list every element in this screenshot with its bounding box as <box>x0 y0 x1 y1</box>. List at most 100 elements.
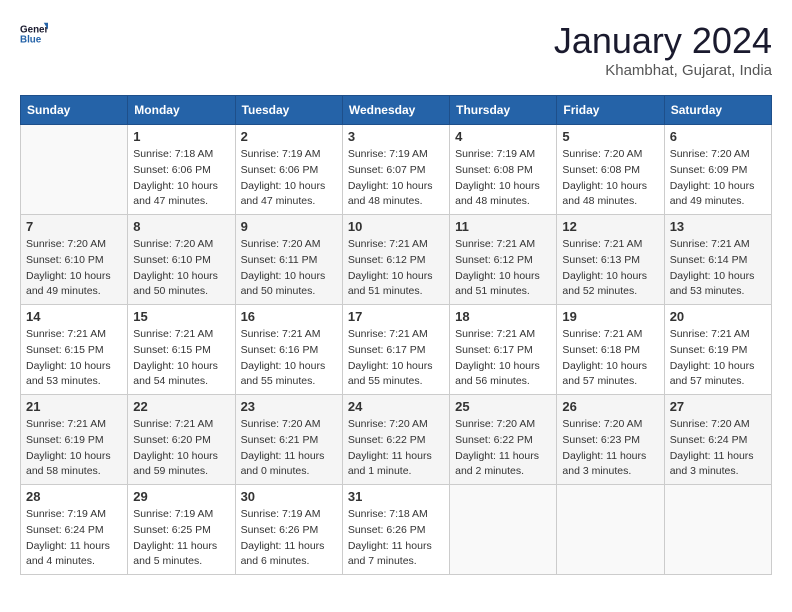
day-info: Sunrise: 7:20 AM Sunset: 6:24 PM Dayligh… <box>670 417 766 480</box>
day-info: Sunrise: 7:20 AM Sunset: 6:10 PM Dayligh… <box>133 237 229 300</box>
day-info: Sunrise: 7:21 AM Sunset: 6:14 PM Dayligh… <box>670 237 766 300</box>
calendar-week-row: 1 Sunrise: 7:18 AM Sunset: 6:06 PM Daylig… <box>21 125 772 215</box>
logo-icon: General Blue <box>20 20 48 48</box>
calendar-cell: 15 Sunrise: 7:21 AM Sunset: 6:15 PM Dayli… <box>128 305 235 395</box>
day-info: Sunrise: 7:19 AM Sunset: 6:08 PM Dayligh… <box>455 147 551 210</box>
day-number: 24 <box>348 399 444 414</box>
day-number: 15 <box>133 309 229 324</box>
day-number: 29 <box>133 489 229 504</box>
day-number: 1 <box>133 129 229 144</box>
weekday-header-thursday: Thursday <box>450 96 557 125</box>
calendar-cell: 12 Sunrise: 7:21 AM Sunset: 6:13 PM Dayli… <box>557 215 664 305</box>
calendar-cell: 20 Sunrise: 7:21 AM Sunset: 6:19 PM Dayli… <box>664 305 771 395</box>
day-number: 23 <box>241 399 337 414</box>
calendar-table: SundayMondayTuesdayWednesdayThursdayFrid… <box>20 95 772 575</box>
day-info: Sunrise: 7:21 AM Sunset: 6:12 PM Dayligh… <box>348 237 444 300</box>
calendar-cell: 16Sunrise: 7:21 AM Sunset: 6:16 PM Dayli… <box>235 305 342 395</box>
day-number: 9 <box>241 219 337 234</box>
calendar-cell: 1 Sunrise: 7:18 AM Sunset: 6:06 PM Daylig… <box>128 125 235 215</box>
day-info: Sunrise: 7:19 AM Sunset: 6:25 PM Dayligh… <box>133 507 229 570</box>
weekday-header-monday: Monday <box>128 96 235 125</box>
day-info: Sunrise: 7:20 AM Sunset: 6:08 PM Dayligh… <box>562 147 658 210</box>
day-info: Sunrise: 7:19 AM Sunset: 6:24 PM Dayligh… <box>26 507 122 570</box>
day-info: Sunrise: 7:21 AM Sunset: 6:12 PM Dayligh… <box>455 237 551 300</box>
day-number: 14 <box>26 309 122 324</box>
day-info: Sunrise: 7:21 AM Sunset: 6:19 PM Dayligh… <box>26 417 122 480</box>
day-number: 11 <box>455 219 551 234</box>
calendar-cell: 24Sunrise: 7:20 AM Sunset: 6:22 PM Dayli… <box>342 395 449 485</box>
calendar-cell: 14 Sunrise: 7:21 AM Sunset: 6:15 PM Dayli… <box>21 305 128 395</box>
calendar-cell <box>664 485 771 575</box>
calendar-cell: 21Sunrise: 7:21 AM Sunset: 6:19 PM Dayli… <box>21 395 128 485</box>
weekday-header-saturday: Saturday <box>664 96 771 125</box>
day-number: 7 <box>26 219 122 234</box>
calendar-cell: 23Sunrise: 7:20 AM Sunset: 6:21 PM Dayli… <box>235 395 342 485</box>
day-info: Sunrise: 7:20 AM Sunset: 6:22 PM Dayligh… <box>455 417 551 480</box>
day-number: 18 <box>455 309 551 324</box>
page-header: General Blue January 2024 Khambhat, Guja… <box>20 20 772 79</box>
weekday-header-friday: Friday <box>557 96 664 125</box>
calendar-cell: 27 Sunrise: 7:20 AM Sunset: 6:24 PM Dayli… <box>664 395 771 485</box>
weekday-header-wednesday: Wednesday <box>342 96 449 125</box>
calendar-cell: 10 Sunrise: 7:21 AM Sunset: 6:12 PM Dayli… <box>342 215 449 305</box>
day-number: 12 <box>562 219 658 234</box>
calendar-week-row: 21Sunrise: 7:21 AM Sunset: 6:19 PM Dayli… <box>21 395 772 485</box>
day-number: 25 <box>455 399 551 414</box>
day-info: Sunrise: 7:21 AM Sunset: 6:19 PM Dayligh… <box>670 327 766 390</box>
calendar-cell: 25 Sunrise: 7:20 AM Sunset: 6:22 PM Dayli… <box>450 395 557 485</box>
calendar-cell: 6Sunrise: 7:20 AM Sunset: 6:09 PM Daylig… <box>664 125 771 215</box>
title-block: January 2024 Khambhat, Gujarat, India <box>554 20 772 79</box>
month-title: January 2024 <box>554 20 772 62</box>
day-info: Sunrise: 7:19 AM Sunset: 6:06 PM Dayligh… <box>241 147 337 210</box>
calendar-cell: 17 Sunrise: 7:21 AM Sunset: 6:17 PM Dayli… <box>342 305 449 395</box>
calendar-cell: 5 Sunrise: 7:20 AM Sunset: 6:08 PM Daylig… <box>557 125 664 215</box>
calendar-body: 1 Sunrise: 7:18 AM Sunset: 6:06 PM Daylig… <box>21 125 772 575</box>
day-info: Sunrise: 7:21 AM Sunset: 6:13 PM Dayligh… <box>562 237 658 300</box>
day-number: 20 <box>670 309 766 324</box>
day-number: 30 <box>241 489 337 504</box>
calendar-cell: 13 Sunrise: 7:21 AM Sunset: 6:14 PM Dayli… <box>664 215 771 305</box>
day-number: 13 <box>670 219 766 234</box>
calendar-cell <box>557 485 664 575</box>
day-info: Sunrise: 7:18 AM Sunset: 6:06 PM Dayligh… <box>133 147 229 210</box>
day-number: 2 <box>241 129 337 144</box>
day-number: 27 <box>670 399 766 414</box>
day-info: Sunrise: 7:21 AM Sunset: 6:20 PM Dayligh… <box>133 417 229 480</box>
calendar-cell: 4 Sunrise: 7:19 AM Sunset: 6:08 PM Daylig… <box>450 125 557 215</box>
calendar-cell <box>21 125 128 215</box>
calendar-cell: 11 Sunrise: 7:21 AM Sunset: 6:12 PM Dayli… <box>450 215 557 305</box>
day-info: Sunrise: 7:18 AM Sunset: 6:26 PM Dayligh… <box>348 507 444 570</box>
weekday-header-sunday: Sunday <box>21 96 128 125</box>
day-number: 17 <box>348 309 444 324</box>
day-number: 4 <box>455 129 551 144</box>
calendar-cell: 31 Sunrise: 7:18 AM Sunset: 6:26 PM Dayli… <box>342 485 449 575</box>
day-info: Sunrise: 7:21 AM Sunset: 6:15 PM Dayligh… <box>133 327 229 390</box>
calendar-cell: 30 Sunrise: 7:19 AM Sunset: 6:26 PM Dayli… <box>235 485 342 575</box>
calendar-cell: 18 Sunrise: 7:21 AM Sunset: 6:17 PM Dayli… <box>450 305 557 395</box>
day-info: Sunrise: 7:19 AM Sunset: 6:26 PM Dayligh… <box>241 507 337 570</box>
location-subtitle: Khambhat, Gujarat, India <box>554 62 772 79</box>
day-number: 19 <box>562 309 658 324</box>
day-info: Sunrise: 7:21 AM Sunset: 6:17 PM Dayligh… <box>348 327 444 390</box>
calendar-cell: 28Sunrise: 7:19 AM Sunset: 6:24 PM Dayli… <box>21 485 128 575</box>
svg-text:Blue: Blue <box>20 34 42 45</box>
calendar-cell: 29 Sunrise: 7:19 AM Sunset: 6:25 PM Dayli… <box>128 485 235 575</box>
day-info: Sunrise: 7:20 AM Sunset: 6:23 PM Dayligh… <box>562 417 658 480</box>
calendar-cell: 22Sunrise: 7:21 AM Sunset: 6:20 PM Dayli… <box>128 395 235 485</box>
day-number: 10 <box>348 219 444 234</box>
day-info: Sunrise: 7:21 AM Sunset: 6:16 PM Dayligh… <box>241 327 337 390</box>
calendar-cell: 8Sunrise: 7:20 AM Sunset: 6:10 PM Daylig… <box>128 215 235 305</box>
day-info: Sunrise: 7:21 AM Sunset: 6:17 PM Dayligh… <box>455 327 551 390</box>
day-number: 31 <box>348 489 444 504</box>
day-info: Sunrise: 7:21 AM Sunset: 6:18 PM Dayligh… <box>562 327 658 390</box>
day-info: Sunrise: 7:20 AM Sunset: 6:10 PM Dayligh… <box>26 237 122 300</box>
weekday-header-tuesday: Tuesday <box>235 96 342 125</box>
day-number: 6 <box>670 129 766 144</box>
day-number: 5 <box>562 129 658 144</box>
calendar-week-row: 7 Sunrise: 7:20 AM Sunset: 6:10 PM Daylig… <box>21 215 772 305</box>
day-number: 26 <box>562 399 658 414</box>
day-info: Sunrise: 7:21 AM Sunset: 6:15 PM Dayligh… <box>26 327 122 390</box>
calendar-cell: 9Sunrise: 7:20 AM Sunset: 6:11 PM Daylig… <box>235 215 342 305</box>
calendar-cell: 2 Sunrise: 7:19 AM Sunset: 6:06 PM Daylig… <box>235 125 342 215</box>
calendar-cell: 19 Sunrise: 7:21 AM Sunset: 6:18 PM Dayli… <box>557 305 664 395</box>
